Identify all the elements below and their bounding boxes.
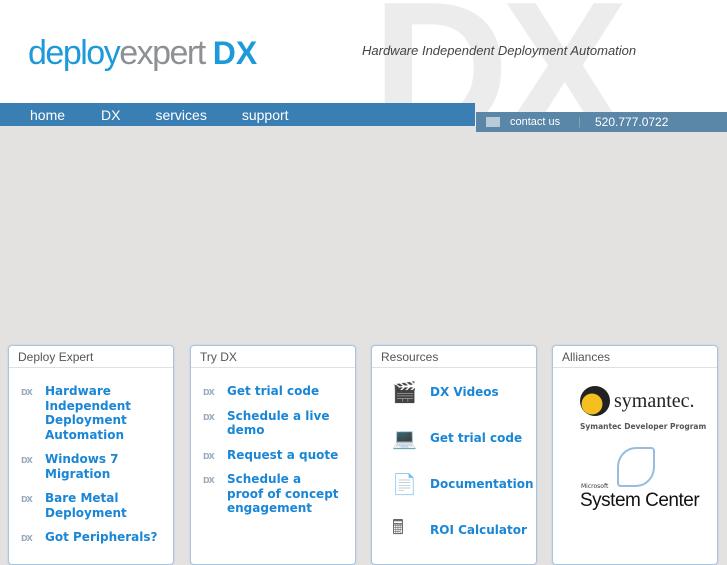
link-hardware-independent[interactable]: Hardware Independent Deployment Automati… [45, 384, 173, 442]
panel-title: Try DX [191, 346, 355, 368]
nav-services[interactable]: services [155, 107, 206, 123]
dx-icon: DX [203, 412, 215, 422]
link-roi-calculator[interactable]: ROI Calculator [430, 523, 527, 538]
logo-text: deploy [28, 34, 121, 72]
link-live-demo[interactable]: Schedule a live demo [227, 409, 355, 438]
link-dx-videos[interactable]: DX Videos [430, 385, 499, 400]
dx-icon: DX [21, 495, 33, 504]
separator: | [578, 116, 581, 128]
phone-number: 520.777.0722 [595, 115, 669, 129]
link-get-trial-code[interactable]: Get trial code [430, 431, 522, 446]
video-clapper-icon: 🎬 [392, 380, 417, 404]
link-proof-of-concept[interactable]: Schedule a proof of concept engagement [227, 472, 339, 516]
dx-icon: DX [203, 451, 215, 461]
contact-bar: contact us | 520.777.0722 [476, 112, 727, 132]
panel-try-dx: Try DX DX Get trial code DX Schedule a liv… [190, 345, 356, 565]
logo-dx: DX [212, 35, 258, 71]
calculator-icon: 🖩 [392, 515, 404, 539]
link-windows7[interactable]: Windows 7 Migration [45, 452, 135, 481]
nav-support[interactable]: support [242, 107, 289, 123]
system-center-text[interactable]: System Center [580, 490, 717, 512]
panel-title: Deploy Expert [9, 346, 173, 368]
dx-icon: DX [203, 476, 215, 485]
dx-icon: DX [21, 534, 33, 543]
symantec-text: symantec. [614, 389, 695, 412]
logo[interactable]: deployexpert DX [28, 34, 257, 73]
mail-icon[interactable] [486, 117, 500, 127]
computer-icon: 💻 [392, 426, 417, 450]
panel-title: Resources [372, 346, 536, 368]
link-quote[interactable]: Request a quote [227, 448, 338, 463]
system-center-icon [617, 447, 655, 487]
panel-alliances: Alliances symantec. Symantec Developer P… [552, 345, 718, 565]
nav-dx[interactable]: DX [101, 107, 120, 123]
dx-icon: DX [21, 388, 33, 397]
dx-icon: DX [21, 456, 33, 465]
symantec-logo[interactable]: symantec. [580, 386, 717, 416]
contact-us-link[interactable]: contact us [510, 116, 560, 128]
dx-icon: DX [203, 388, 215, 397]
link-bare-metal[interactable]: Bare Metal Deployment [45, 491, 135, 520]
logo-text: expert [119, 34, 206, 72]
tagline: Hardware Independent Deployment Automati… [362, 43, 637, 58]
panel-title: Alliances [553, 346, 717, 368]
main-nav: home DX services support [0, 103, 475, 126]
link-trial-code[interactable]: Get trial code [227, 384, 319, 399]
panel-deploy-expert: Deploy Expert DX Hardware Independent Dep… [8, 345, 174, 565]
symantec-subtitle: Symantec Developer Program [580, 422, 707, 431]
microsoft-text: Microsoft [581, 483, 609, 490]
document-icon: 📄 [392, 472, 417, 496]
link-documentation[interactable]: Documentation [430, 477, 534, 492]
link-peripherals[interactable]: Got Peripherals? [45, 530, 157, 545]
panel-resources: Resources 🎬 DX Videos 💻 Get trial code 📄 Do… [371, 345, 537, 565]
nav-home[interactable]: home [30, 107, 65, 123]
symantec-mark-icon [580, 386, 610, 416]
